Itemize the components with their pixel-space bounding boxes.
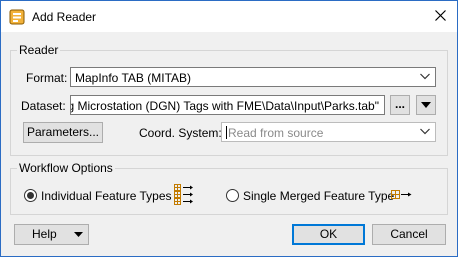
- radio-selected-dot: [27, 192, 34, 199]
- dataset-label: Dataset:: [21, 99, 66, 113]
- single-merged-feature-type-icon: [391, 190, 412, 199]
- format-select[interactable]: MapInfo TAB (MITAB): [70, 67, 436, 87]
- single-merged-feature-type-label[interactable]: Single Merged Feature Type: [243, 189, 394, 203]
- single-merged-feature-type-radio[interactable]: [226, 189, 239, 202]
- ok-button[interactable]: OK: [292, 224, 365, 245]
- workflow-options-group: Workflow Options: [10, 161, 448, 215]
- chevron-down-icon: [420, 73, 430, 80]
- format-value: MapInfo TAB (MITAB): [75, 71, 192, 85]
- coord-system-label: Coord. System:: [139, 126, 222, 140]
- coord-system-select[interactable]: Read from source: [221, 122, 436, 142]
- individual-feature-types-label[interactable]: Individual Feature Types: [41, 189, 172, 203]
- format-label: Format:: [26, 71, 68, 85]
- dataset-value: Writing Microstation (DGN) Tags with FME…: [70, 99, 379, 113]
- help-button[interactable]: Help: [14, 224, 89, 245]
- browse-button[interactable]: ...: [390, 95, 410, 115]
- fme-reader-icon: [9, 9, 25, 25]
- dataset-dropdown-button[interactable]: [416, 95, 436, 115]
- help-label: Help: [32, 227, 57, 241]
- triangle-down-icon: [421, 102, 431, 108]
- workflow-options-label: Workflow Options: [19, 161, 113, 175]
- cancel-button[interactable]: Cancel: [372, 224, 446, 245]
- coord-system-placeholder: Read from source: [228, 126, 324, 140]
- close-icon: [435, 10, 446, 21]
- dataset-input[interactable]: Writing Microstation (DGN) Tags with FME…: [70, 95, 385, 115]
- add-reader-dialog: Add Reader Reader Format: MapInfo TAB (M…: [0, 0, 458, 257]
- title-bar: Add Reader: [1, 1, 457, 32]
- triangle-down-icon: [74, 232, 83, 237]
- chevron-down-icon: [420, 128, 430, 135]
- dialog-title: Add Reader: [32, 10, 97, 24]
- parameters-button[interactable]: Parameters...: [23, 122, 103, 143]
- text-caret: [226, 126, 227, 139]
- close-button[interactable]: [429, 5, 453, 27]
- individual-feature-types-icon: [174, 184, 193, 205]
- reader-group-label: Reader: [19, 43, 59, 57]
- individual-feature-types-radio[interactable]: [24, 189, 37, 202]
